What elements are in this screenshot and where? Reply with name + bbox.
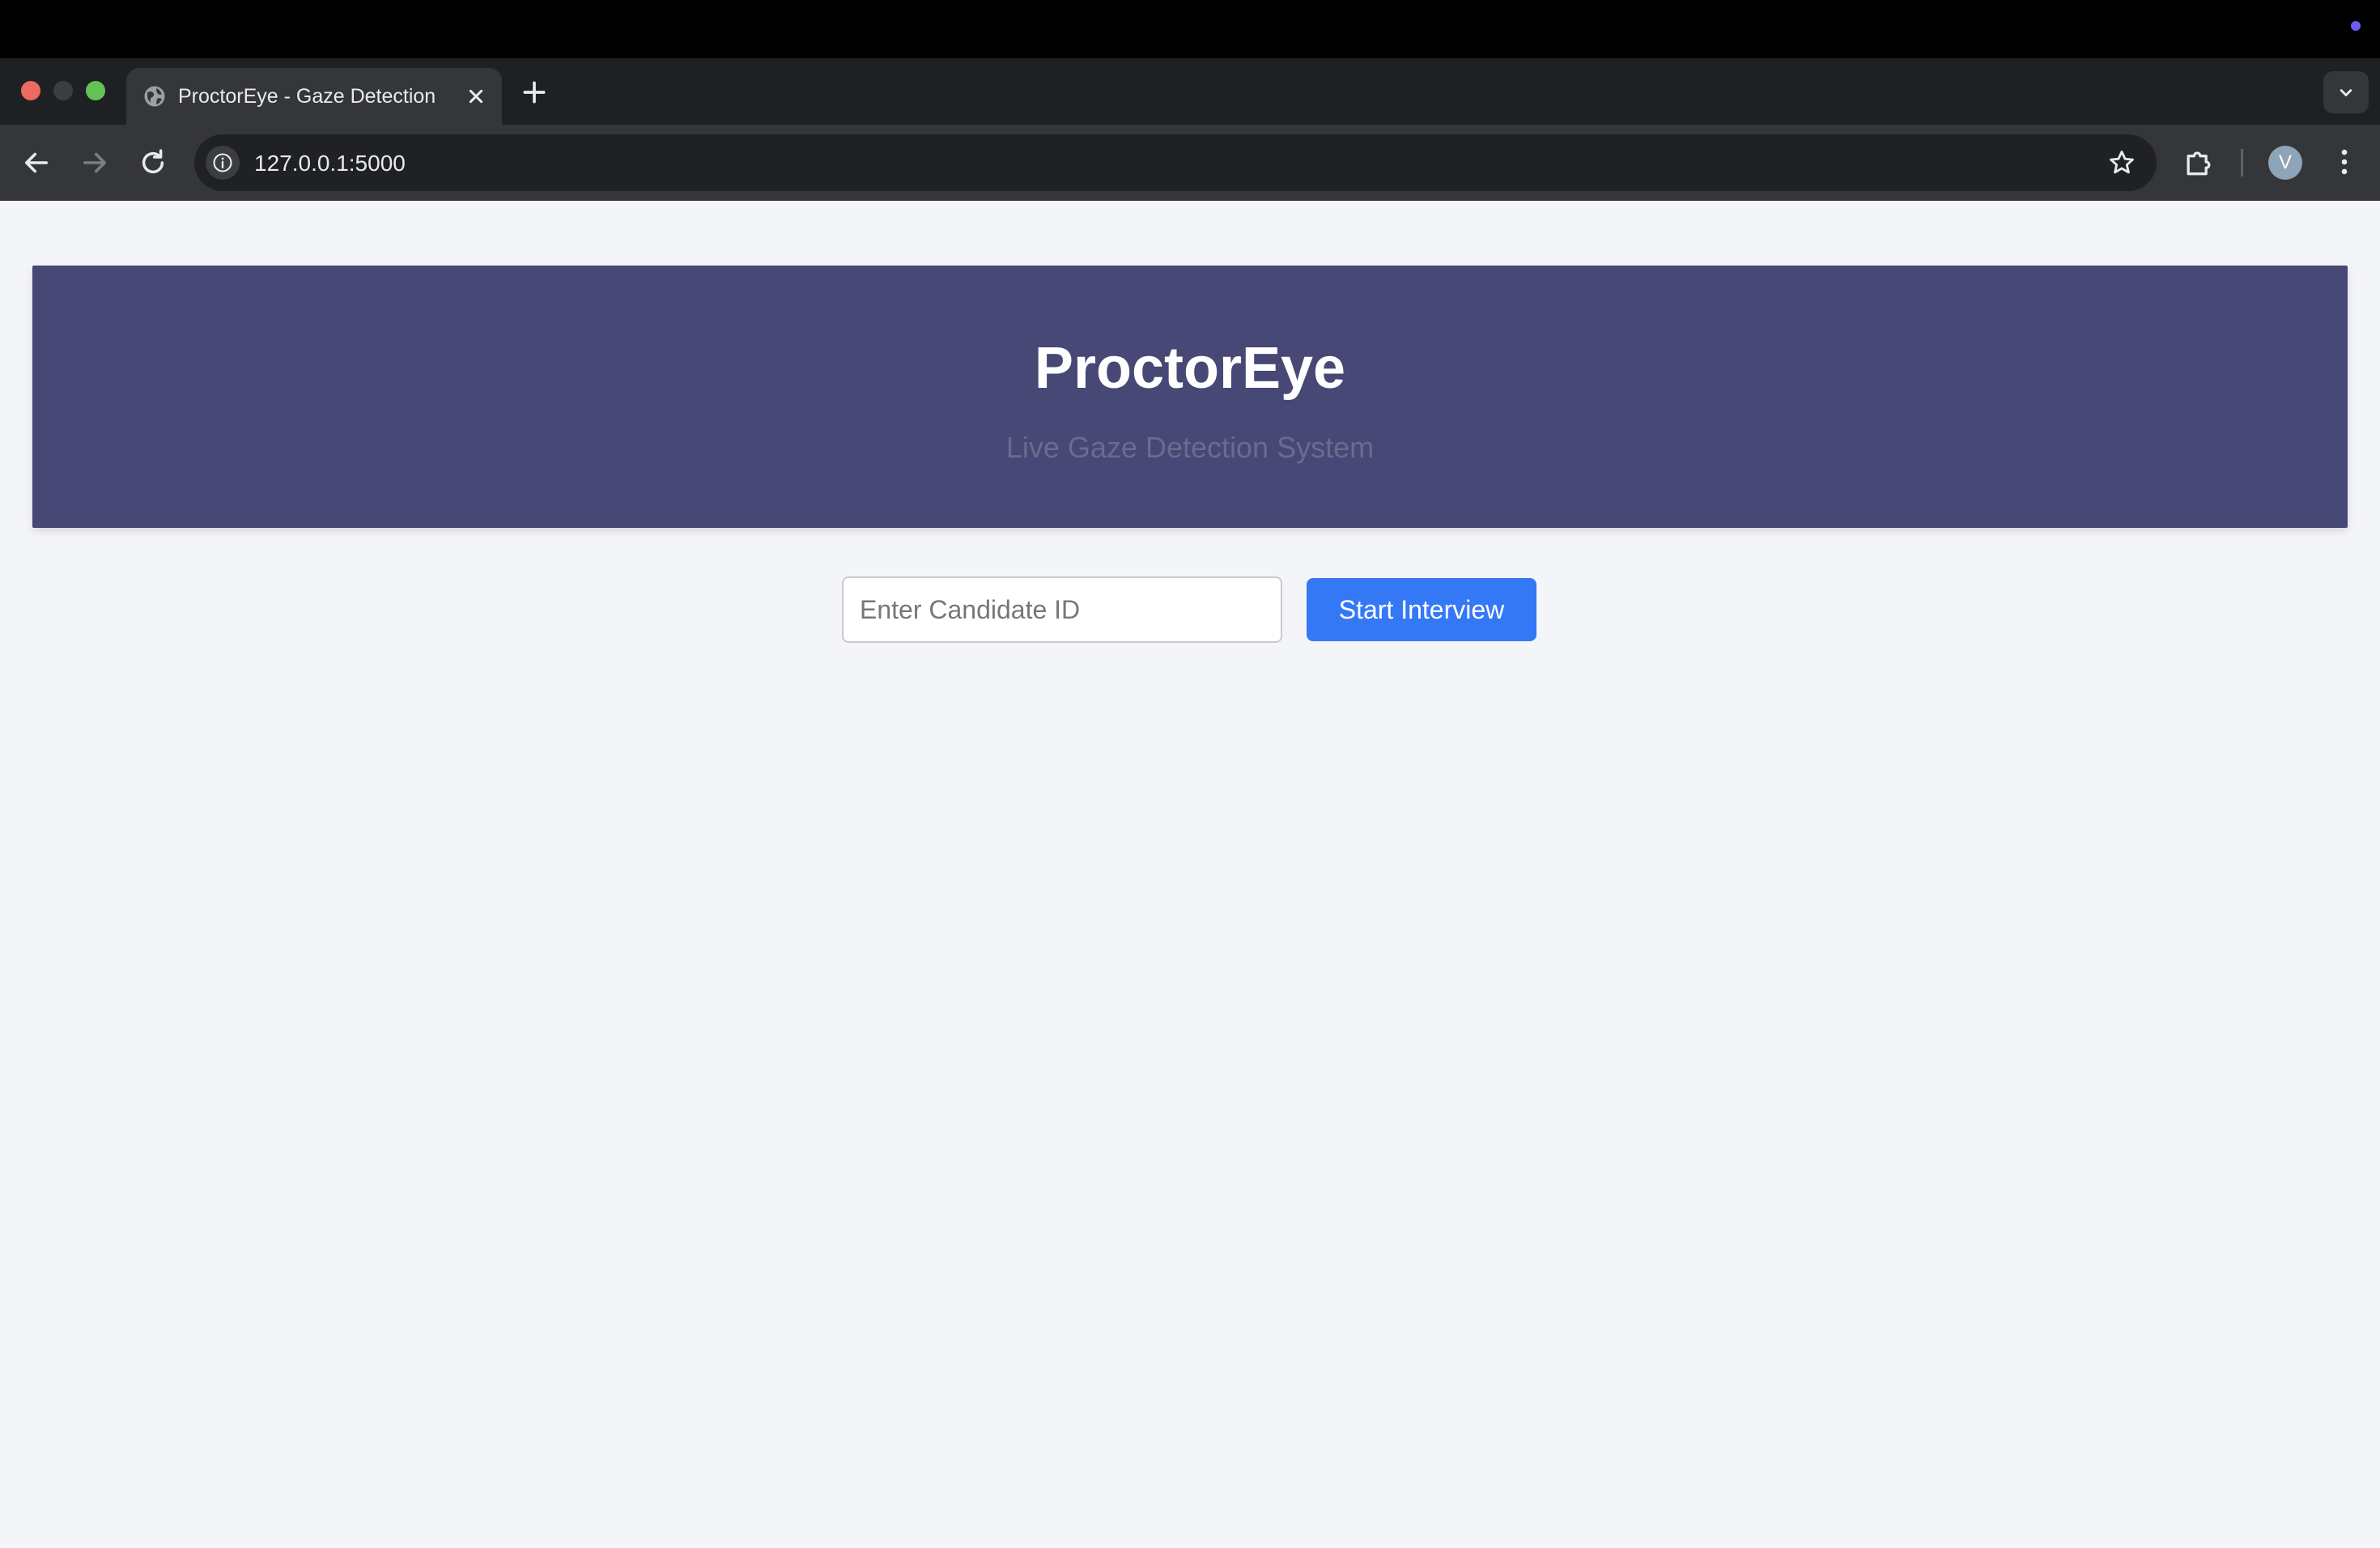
globe-icon [144, 86, 165, 107]
toolbar-divider [2241, 149, 2243, 176]
tab-title: ProctorEye - Gaze Detection [178, 85, 436, 108]
tab-search-button[interactable] [2323, 71, 2369, 113]
window-zoom-button[interactable] [86, 81, 105, 100]
page-subtitle: Live Gaze Detection System [1005, 431, 1375, 464]
profile-avatar[interactable]: V [2268, 146, 2302, 180]
os-menu-bar [0, 0, 2380, 58]
status-indicator-icon [2351, 21, 2361, 31]
window-close-button[interactable] [21, 81, 40, 100]
chevron-down-icon [2340, 89, 2352, 96]
browser-toolbar: 127.0.0.1:5000 V [0, 125, 2380, 201]
address-bar[interactable]: 127.0.0.1:5000 [194, 134, 2157, 191]
forward-arrow-icon[interactable] [78, 146, 112, 180]
page-header: ProctorEye Live Gaze Detection System [32, 266, 2348, 528]
reload-icon[interactable] [136, 146, 170, 180]
puzzle-icon[interactable] [2181, 144, 2216, 180]
info-icon[interactable] [206, 146, 240, 180]
window-minimize-button[interactable] [53, 81, 73, 100]
kebab-menu-icon[interactable] [2327, 144, 2362, 180]
page-title: ProctorEye [1034, 336, 1346, 401]
back-arrow-icon[interactable] [19, 146, 53, 180]
active-tab[interactable]: ProctorEye - Gaze Detection [126, 68, 502, 125]
plus-icon[interactable] [518, 76, 550, 108]
close-icon[interactable] [463, 83, 489, 109]
start-interview-button[interactable]: Start Interview [1307, 578, 1536, 641]
browser-tab-strip: ProctorEye - Gaze Detection [0, 58, 2380, 125]
page-viewport: ProctorEye Live Gaze Detection System St… [0, 201, 2380, 1548]
candidate-id-input[interactable] [842, 576, 1282, 643]
address-url[interactable]: 127.0.0.1:5000 [254, 151, 406, 176]
star-icon[interactable] [2106, 147, 2137, 178]
